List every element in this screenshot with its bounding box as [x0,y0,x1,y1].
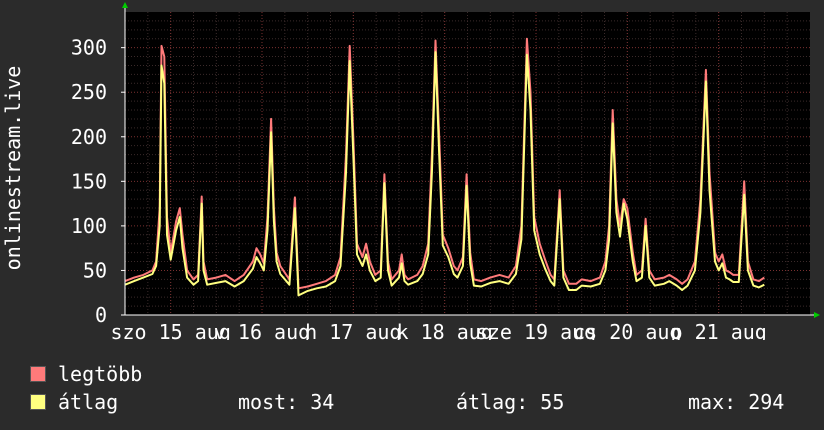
y-tick-label: 50 [83,258,107,282]
grid [124,12,810,316]
y-tick-label: 150 [71,169,107,193]
legend-label-max: legtöbb [58,362,143,386]
y-tick-label: 100 [71,214,107,238]
y-tick-label: 250 [71,80,107,104]
legend-swatch-max [30,366,46,382]
stat-current: most: 34 [238,390,335,414]
x-tick-label: szo 15 aug [110,320,230,340]
x-axis-arrow-icon [814,312,820,318]
stat-maximum: max: 294 [688,390,785,414]
legend-swatch-avg [30,394,46,410]
y-axis-arrow-icon [122,2,128,8]
legend-label-avg: átlag [58,390,119,414]
y-tick-label: 0 [95,303,107,327]
y-tick-label: 300 [71,36,107,60]
legend-item-max: legtöbb [30,362,142,386]
stat-average: átlag: 55 [456,390,565,414]
x-tick-label: h 17 aug [305,320,401,340]
chart: 0 50 100 150 200 250 300 szo 15 augv 16 augh 17… [1,2,820,340]
legend-item-avg: átlag [30,390,118,414]
y-axis-label: onlinestream.live [1,66,25,271]
x-tick-label: cs 20 aug [573,320,681,340]
x-tick-label: v 16 aug [214,320,310,340]
y-tick-label: 200 [71,125,107,149]
x-tick-label: p 21 aug [671,320,767,340]
